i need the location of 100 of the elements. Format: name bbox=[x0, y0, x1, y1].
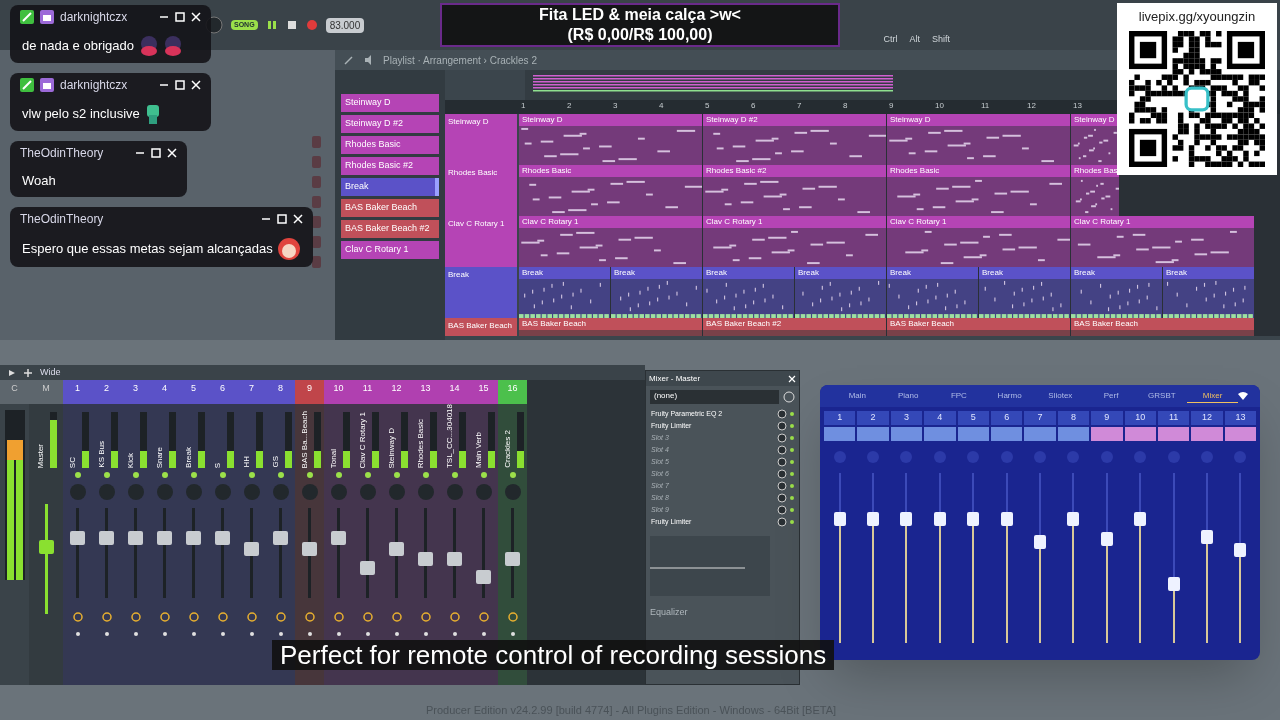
tempo-display[interactable]: 83.000 bbox=[325, 17, 365, 33]
pattern-clip[interactable]: Clav C Rotary 1 bbox=[519, 216, 702, 267]
insert-number[interactable]: 7 bbox=[237, 380, 266, 404]
modifier-key[interactable]: Ctrl bbox=[883, 33, 898, 47]
close-icon[interactable] bbox=[788, 374, 796, 383]
fader-track[interactable] bbox=[867, 472, 880, 643]
pattern-clip[interactable]: Break bbox=[1163, 267, 1254, 318]
modifier-key[interactable]: Shift bbox=[932, 33, 950, 47]
status-led-icon[interactable] bbox=[103, 472, 110, 478]
pattern-clip[interactable]: Rhodes Basic bbox=[887, 165, 1070, 216]
fader-track[interactable] bbox=[273, 508, 288, 598]
track-header[interactable]: Steinway D bbox=[445, 114, 517, 165]
insert-number[interactable]: 10 bbox=[324, 380, 353, 404]
fader-track[interactable] bbox=[1167, 472, 1180, 643]
pattern-clip[interactable]: BAS Baker Beach #2 bbox=[703, 318, 886, 336]
wand-icon[interactable] bbox=[343, 54, 355, 66]
input-select[interactable]: (none) bbox=[650, 390, 779, 404]
routing-icon[interactable] bbox=[420, 612, 431, 622]
fader-thumb[interactable] bbox=[389, 542, 404, 557]
pattern-clip[interactable]: Clav C Rotary 1 bbox=[1071, 216, 1254, 267]
pattern-clip[interactable]: Break bbox=[519, 267, 610, 318]
fader-thumb[interactable] bbox=[157, 530, 172, 545]
insert-number[interactable]: 8 bbox=[266, 380, 295, 404]
routing-icon[interactable] bbox=[217, 612, 228, 622]
routing-icon[interactable] bbox=[246, 612, 257, 622]
fader-thumb[interactable] bbox=[215, 530, 230, 545]
pattern-clip[interactable]: Break bbox=[795, 267, 886, 318]
clock-icon[interactable] bbox=[783, 391, 795, 403]
routing-icon[interactable] bbox=[130, 612, 141, 622]
fader-track[interactable] bbox=[833, 472, 846, 643]
fader-track[interactable] bbox=[1134, 472, 1147, 643]
fader-thumb[interactable] bbox=[1234, 542, 1247, 557]
fader-thumb[interactable] bbox=[833, 511, 846, 526]
fader-track[interactable] bbox=[447, 508, 462, 598]
maximize-icon[interactable] bbox=[151, 148, 162, 158]
remote-tab[interactable]: Sliotex bbox=[1035, 390, 1086, 402]
track-header[interactable]: Break bbox=[445, 267, 517, 318]
routing-icon[interactable] bbox=[304, 612, 315, 622]
status-led-icon[interactable] bbox=[335, 472, 342, 478]
pattern-clip[interactable]: Rhodes Bas bbox=[1071, 165, 1119, 216]
fader-thumb[interactable] bbox=[1034, 534, 1047, 549]
fader-track[interactable] bbox=[99, 508, 114, 598]
fader-thumb[interactable] bbox=[128, 530, 143, 545]
fader-track[interactable] bbox=[1067, 472, 1080, 643]
fader-track[interactable] bbox=[302, 508, 317, 598]
pattern-item[interactable]: Steinway D bbox=[341, 94, 439, 112]
fader-track[interactable] bbox=[244, 508, 259, 598]
pattern-item[interactable]: Rhodes Basic bbox=[341, 136, 439, 154]
status-led-icon[interactable] bbox=[306, 472, 313, 478]
fader-thumb[interactable] bbox=[1134, 511, 1147, 526]
pattern-item[interactable]: BAS Baker Beach bbox=[341, 199, 439, 217]
fader-thumb[interactable] bbox=[302, 542, 317, 557]
status-led-icon[interactable] bbox=[132, 472, 139, 478]
routing-icon[interactable] bbox=[507, 612, 518, 622]
fader-thumb[interactable] bbox=[476, 570, 491, 585]
status-led-icon[interactable] bbox=[451, 472, 458, 478]
fader-track[interactable] bbox=[360, 508, 375, 598]
insert-number[interactable]: 6 bbox=[208, 380, 237, 404]
fader-track[interactable] bbox=[157, 508, 172, 598]
insert-number[interactable]: 4 bbox=[150, 380, 179, 404]
pattern-item[interactable]: Break bbox=[341, 178, 439, 196]
fader-track[interactable] bbox=[38, 504, 54, 614]
remote-tab[interactable]: Harmo bbox=[984, 390, 1035, 402]
status-led-icon[interactable] bbox=[422, 472, 429, 478]
routing-icon[interactable] bbox=[188, 612, 199, 622]
insert-number[interactable]: 5 bbox=[179, 380, 208, 404]
insert-number[interactable]: 11 bbox=[353, 380, 382, 404]
fader-thumb[interactable] bbox=[360, 561, 375, 576]
maximize-icon[interactable] bbox=[276, 213, 287, 224]
insert-number[interactable]: 14 bbox=[440, 380, 469, 404]
fader-track[interactable] bbox=[933, 472, 946, 643]
remote-tab[interactable]: Mixer bbox=[1187, 389, 1238, 403]
mixer-preset[interactable]: Wide bbox=[40, 365, 61, 380]
fader-thumb[interactable] bbox=[38, 540, 54, 555]
fader-track[interactable] bbox=[389, 508, 404, 598]
pause-icon[interactable] bbox=[265, 19, 278, 31]
pattern-item[interactable]: Rhodes Basic #2 bbox=[341, 157, 439, 175]
fader-thumb[interactable] bbox=[900, 511, 913, 526]
fader-thumb[interactable] bbox=[1100, 531, 1113, 546]
insert-number[interactable]: 2 bbox=[92, 380, 121, 404]
insert-number[interactable]: 9 bbox=[295, 380, 324, 404]
pattern-clip[interactable]: Break bbox=[979, 267, 1070, 318]
fader-thumb[interactable] bbox=[1167, 577, 1180, 592]
track-header[interactable]: Rhodes Basic bbox=[445, 165, 517, 216]
pattern-clip[interactable]: Steinway D bbox=[1071, 114, 1119, 165]
pattern-clip[interactable]: Break bbox=[703, 267, 794, 318]
remote-tab[interactable]: FPC bbox=[933, 390, 985, 402]
remote-tab[interactable]: Piano bbox=[882, 390, 934, 402]
insert-number[interactable]: 3 bbox=[121, 380, 150, 404]
routing-icon[interactable] bbox=[478, 612, 489, 622]
fader-track[interactable] bbox=[70, 508, 85, 598]
close-icon[interactable] bbox=[191, 12, 202, 22]
fader-thumb[interactable] bbox=[1067, 511, 1080, 526]
status-led-icon[interactable] bbox=[277, 472, 284, 478]
stop-icon[interactable] bbox=[285, 19, 298, 31]
pattern-clip[interactable]: Break bbox=[1071, 267, 1162, 318]
pattern-clip[interactable]: BAS Baker Beach bbox=[887, 318, 1070, 336]
pattern-item[interactable]: Clav C Rotary 1 bbox=[341, 241, 439, 259]
routing-icon[interactable] bbox=[159, 612, 170, 622]
master-label[interactable]: M bbox=[29, 380, 63, 404]
